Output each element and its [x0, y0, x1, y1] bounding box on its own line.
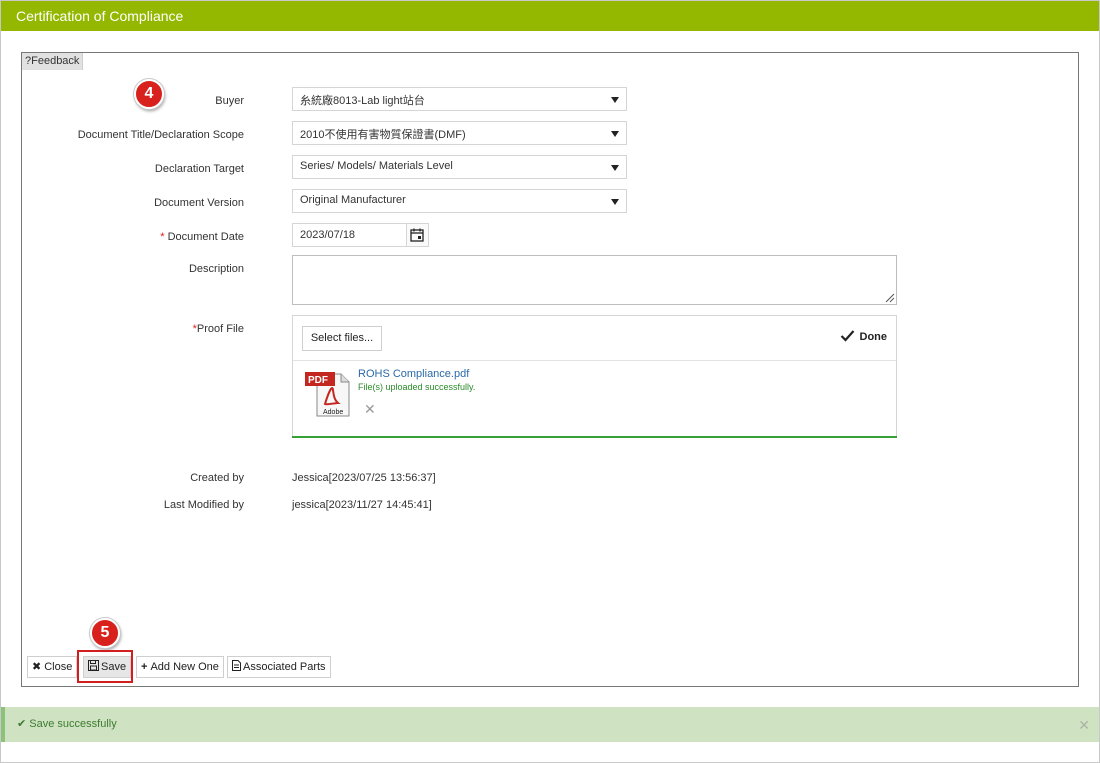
form-panel: ?Feedback 4 Buyer 糸統廠8013-Lab light站台 Do… — [21, 52, 1079, 687]
decl-target-value: Series/ Models/ Materials Level — [300, 160, 453, 172]
chevron-down-icon — [611, 97, 619, 103]
associated-parts-button[interactable]: Associated Parts — [227, 656, 331, 678]
save-label: Save — [101, 661, 127, 673]
chevron-down-icon — [611, 131, 619, 137]
add-new-label: Add New One — [150, 661, 219, 673]
modified-by-label: Last Modified by — [163, 499, 244, 511]
step-4-badge: 4 — [134, 79, 164, 109]
decl-target-label: Declaration Target — [154, 163, 244, 175]
close-icon: ✖ — [32, 661, 42, 673]
step-5-badge: 5 — [90, 618, 120, 648]
feedback-tab[interactable]: ?Feedback — [22, 53, 84, 70]
chevron-down-icon — [611, 165, 619, 171]
buyer-value: 糸統廠8013-Lab light站台 — [300, 95, 425, 107]
svg-text:PDF: PDF — [308, 375, 328, 386]
svg-text:Adobe: Adobe — [323, 409, 343, 416]
chevron-down-icon — [611, 199, 619, 205]
decl-target-select[interactable]: Series/ Models/ Materials Level — [292, 155, 627, 179]
window-title: Certification of Compliance — [16, 8, 184, 24]
remove-file-icon[interactable]: ✕ — [364, 401, 376, 418]
upload-divider — [293, 360, 896, 361]
buyer-label: Buyer — [215, 95, 244, 107]
uploaded-file-link[interactable]: ROHS Compliance.pdf — [358, 368, 469, 380]
floppy-disk-icon — [88, 660, 99, 671]
proof-file-label-text: Proof File — [196, 323, 244, 335]
created-by-value: Jessica[2023/07/25 13:56:37] — [292, 472, 436, 484]
success-toast: ✔ Save successfully ✕ — [1, 707, 1099, 742]
pdf-file-icon: PDF Adobe — [305, 372, 350, 417]
description-textarea[interactable] — [292, 255, 897, 305]
upload-done-status: Done — [840, 330, 888, 343]
doc-version-label: Document Version — [154, 197, 244, 209]
associated-parts-label: Associated Parts — [243, 661, 326, 673]
check-icon — [840, 330, 854, 342]
required-mark: * — [160, 231, 165, 243]
close-button[interactable]: ✖ Close — [27, 656, 78, 678]
check-icon: ✔ — [17, 718, 27, 730]
add-new-button[interactable]: + Add New One — [136, 656, 224, 678]
document-icon — [232, 660, 241, 671]
created-by-label: Created by — [190, 472, 244, 484]
close-label: Close — [44, 661, 73, 673]
upload-box: Select files... Done PDF Adobe ROHS Comp… — [292, 315, 897, 438]
toast-message-row: ✔ Save successfully — [17, 717, 117, 730]
calendar-button[interactable] — [406, 223, 429, 247]
doc-date-input[interactable]: 2023/07/18 — [292, 223, 407, 247]
modified-by-value: jessica[2023/11/27 14:45:41] — [292, 499, 432, 511]
save-button[interactable]: Save — [83, 656, 132, 678]
done-label: Done — [859, 331, 888, 343]
resize-grip-icon[interactable] — [885, 293, 895, 303]
select-files-button[interactable]: Select files... — [302, 326, 382, 351]
plus-icon: + — [141, 661, 148, 673]
doc-title-label: Document Title/Declaration Scope — [77, 129, 244, 141]
doc-version-value: Original Manufacturer — [300, 194, 406, 206]
proof-file-label: *Proof File — [193, 323, 244, 335]
doc-date-label: * Document Date — [160, 231, 244, 243]
upload-status-text: File(s) uploaded successfully. — [358, 382, 476, 392]
calendar-icon — [410, 228, 424, 242]
window-titlebar: Certification of Compliance — [1, 1, 1099, 31]
close-icon[interactable]: ✕ — [1078, 717, 1090, 734]
doc-title-value: 2010不使用有害物質保證書(DMF) — [300, 129, 466, 141]
doc-title-select[interactable]: 2010不使用有害物質保證書(DMF) — [292, 121, 627, 145]
doc-version-select[interactable]: Original Manufacturer — [292, 189, 627, 213]
description-label: Description — [188, 263, 244, 275]
doc-date-value: 2023/07/18 — [300, 229, 356, 241]
buyer-select[interactable]: 糸統廠8013-Lab light站台 — [292, 87, 627, 111]
doc-date-label-text: Document Date — [167, 231, 244, 243]
upload-progress-bar — [292, 436, 897, 438]
toast-message: Save successfully — [29, 718, 117, 730]
